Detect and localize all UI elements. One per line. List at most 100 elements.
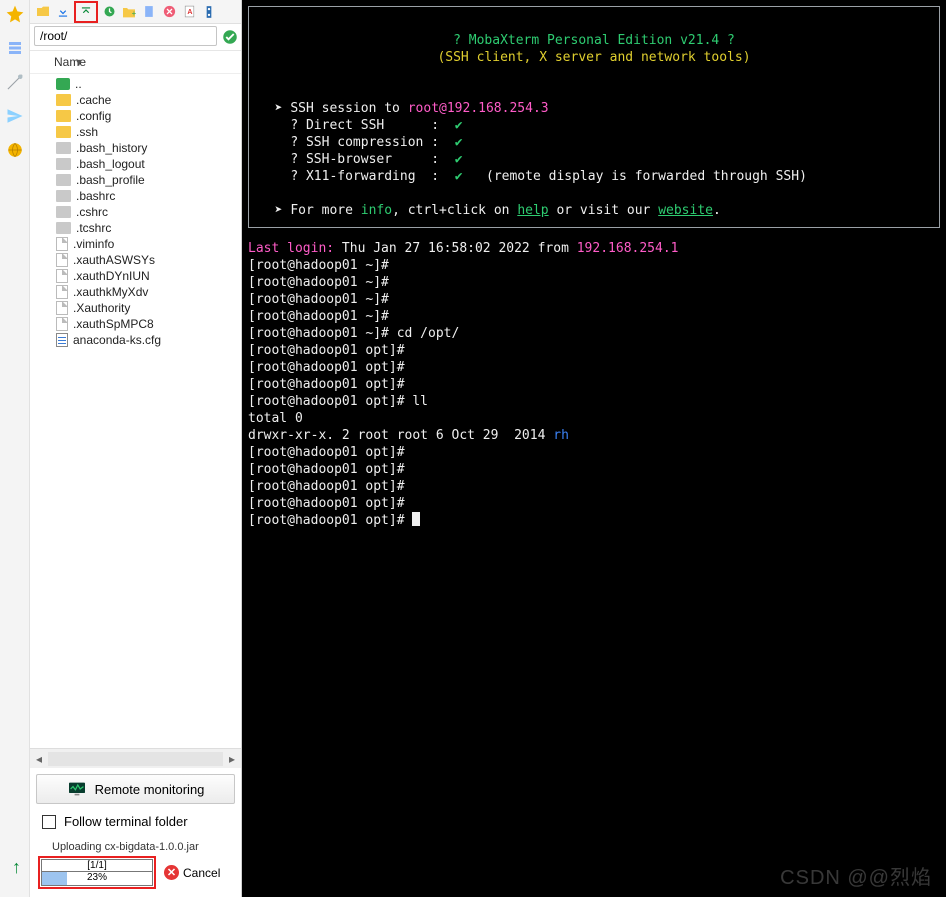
item-label: .xauthASWSYs	[73, 253, 155, 267]
item-label: .bashrc	[76, 189, 115, 203]
list-item[interactable]: .xauthDYnIUN	[34, 268, 237, 284]
ssh-target: root@192.168.254.3	[408, 101, 549, 116]
watermark: CSDN @@烈焰	[780, 870, 932, 887]
macro-tab-icon[interactable]	[4, 105, 26, 127]
cancel-icon: ✕	[164, 865, 179, 880]
scroll-right-icon[interactable]: ▸	[223, 750, 241, 768]
list-item[interactable]: .tcshrc	[34, 220, 237, 236]
new-folder-icon[interactable]: +	[120, 3, 138, 21]
folder-icon	[56, 206, 71, 218]
download-icon[interactable]	[54, 3, 72, 21]
upload-arrow-icon: ↑	[12, 857, 21, 878]
list-item[interactable]: .bash_profile	[34, 172, 237, 188]
scroll-left-icon[interactable]: ◂	[30, 750, 48, 768]
follow-label: Follow terminal folder	[64, 814, 188, 829]
item-label: .ssh	[76, 125, 98, 139]
motd-banner: ? MobaXterm Personal Edition v21.4 ? (SS…	[248, 6, 940, 228]
banner-subtitle: (SSH client, X server and network tools)	[437, 50, 750, 65]
file-icon	[56, 237, 68, 251]
cancel-button[interactable]: ✕ Cancel	[164, 865, 220, 880]
folder-icon	[56, 110, 71, 122]
list-item[interactable]: .bash_history	[34, 140, 237, 156]
parent-dir-icon	[56, 78, 70, 90]
more-mid: , ctrl+click on	[392, 203, 517, 218]
file-icon	[56, 253, 68, 267]
item-label: ..	[75, 77, 82, 91]
reload-icon[interactable]	[100, 3, 118, 21]
file-icon	[56, 301, 68, 315]
folder-icon	[56, 142, 71, 154]
item-label: .Xauthority	[73, 301, 130, 315]
sftp-sidebar: + A ▾ Name .. .cache .config .ssh .bash_hist…	[30, 0, 242, 897]
list-item[interactable]: anaconda-ks.cfg	[34, 332, 237, 348]
tools-tab-icon[interactable]	[4, 71, 26, 93]
svg-text:+: +	[132, 9, 137, 18]
upload-progress: [1/1] 23%	[41, 859, 153, 886]
list-item[interactable]: .xauthSpMPC8	[34, 316, 237, 332]
status-ok-icon	[221, 28, 237, 44]
folder-icon	[56, 174, 71, 186]
folder-icon	[56, 190, 71, 202]
sftp-tab-icon[interactable]	[4, 139, 26, 161]
item-label: .tcshrc	[76, 221, 111, 235]
follow-terminal-row[interactable]: Follow terminal folder	[30, 810, 241, 839]
item-label: .config	[76, 109, 111, 123]
progress-percent: 23%	[42, 872, 152, 883]
list-item[interactable]: ..	[34, 76, 237, 92]
list-item[interactable]: .Xauthority	[34, 300, 237, 316]
follow-checkbox[interactable]	[42, 815, 56, 829]
sessions-tab-icon[interactable]	[4, 37, 26, 59]
folder-icon	[56, 222, 71, 234]
folder-icon	[56, 126, 71, 138]
website-link[interactable]: website	[658, 203, 713, 218]
favorites-tab-icon[interactable]	[4, 3, 26, 25]
list-item[interactable]: .config	[34, 108, 237, 124]
item-label: .cache	[76, 93, 111, 107]
file-icon	[56, 317, 68, 331]
list-item[interactable]: .cache	[34, 92, 237, 108]
settings-icon[interactable]	[200, 3, 218, 21]
ssh-prefix: SSH session to	[290, 101, 407, 116]
scroll-track[interactable]	[48, 752, 223, 766]
file-icon	[56, 269, 68, 283]
collapse-icon[interactable]: ▾	[76, 55, 82, 69]
delete-icon[interactable]	[160, 3, 178, 21]
upload-filename: Uploading cx-bigdata-1.0.0.jar	[52, 841, 232, 853]
folder-icon	[56, 94, 71, 106]
svg-text:A: A	[187, 9, 192, 16]
remote-monitoring-button[interactable]: Remote monitoring	[36, 774, 235, 804]
item-label: .bash_history	[76, 141, 147, 155]
folder-icon	[56, 158, 71, 170]
monitor-icon	[67, 781, 87, 797]
file-tree[interactable]: .. .cache .config .ssh .bash_history .bash_lo…	[30, 74, 241, 748]
path-bar	[30, 24, 241, 51]
file-icon	[56, 285, 68, 299]
item-label: .bash_logout	[76, 157, 145, 171]
list-item[interactable]: .xauthASWSYs	[34, 252, 237, 268]
terminal-output: Last login: Thu Jan 27 16:58:02 2022 fro…	[242, 238, 946, 531]
list-item[interactable]: .viminfo	[34, 236, 237, 252]
item-label: .xauthSpMPC8	[73, 317, 154, 331]
new-file-icon[interactable]	[140, 3, 158, 21]
item-label: .cshrc	[76, 205, 108, 219]
upload-count: [1/1]	[42, 860, 152, 872]
help-link[interactable]: help	[517, 203, 548, 218]
list-item[interactable]: .cshrc	[34, 204, 237, 220]
upload-icon[interactable]	[77, 3, 95, 21]
refresh-icon[interactable]	[34, 3, 52, 21]
file-list-header[interactable]: ▾ Name	[30, 51, 241, 74]
path-input[interactable]	[34, 26, 217, 46]
list-item[interactable]: .bashrc	[34, 188, 237, 204]
sftp-toolbar: + A	[30, 0, 241, 24]
info-link[interactable]: info	[361, 203, 392, 218]
list-item[interactable]: .xauthkMyXdv	[34, 284, 237, 300]
list-item[interactable]: .bash_logout	[34, 156, 237, 172]
remote-monitoring-label: Remote monitoring	[95, 782, 205, 797]
more-mid2: or visit our	[549, 203, 659, 218]
more-prefix: For more	[290, 203, 360, 218]
text-icon[interactable]: A	[180, 3, 198, 21]
horizontal-scrollbar[interactable]: ◂ ▸	[30, 748, 241, 768]
list-item[interactable]: .ssh	[34, 124, 237, 140]
terminal-panel[interactable]: ? MobaXterm Personal Edition v21.4 ? (SS…	[242, 0, 946, 897]
upload-button-highlight	[74, 1, 98, 23]
